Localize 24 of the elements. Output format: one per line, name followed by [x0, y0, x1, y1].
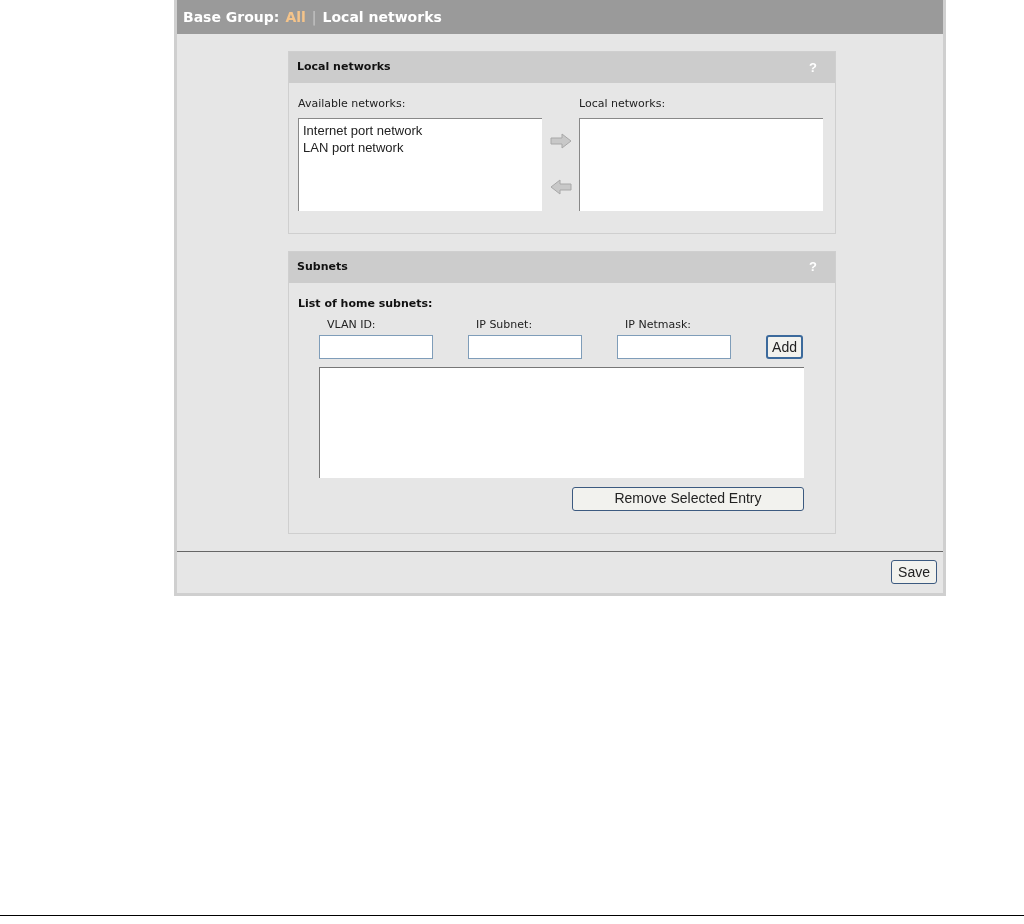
- local-networks-list[interactable]: [579, 117, 823, 211]
- breadcrumb-current: Local networks: [322, 7, 442, 27]
- remove-entry-button[interactable]: Remove Selected Entry: [572, 486, 804, 511]
- network-option[interactable]: LAN port network: [303, 138, 538, 156]
- input-field[interactable]: [617, 334, 732, 359]
- home-subnets-label: List of home subnets:: [298, 295, 434, 312]
- add-button[interactable]: Add: [766, 334, 803, 359]
- panel-title: Local networks: [297, 59, 391, 76]
- right-arrow-icon[interactable]: [549, 132, 572, 149]
- panel-title: Subnets: [297, 258, 348, 275]
- left-arrow-icon[interactable]: [549, 179, 572, 196]
- local-networks-label: Local networks:: [579, 96, 667, 112]
- field-label: IP Subnet:: [476, 317, 534, 333]
- input-field[interactable]: [468, 334, 582, 359]
- input-field[interactable]: [319, 334, 433, 359]
- save-button[interactable]: Save: [891, 560, 937, 584]
- available-networks-list[interactable]: Internet port network LAN port network: [298, 117, 542, 211]
- field-label: VLAN ID:: [327, 317, 377, 333]
- network-option[interactable]: Internet port network: [303, 121, 538, 139]
- available-networks-label: Available networks:: [298, 96, 407, 112]
- subnets-list[interactable]: [319, 366, 804, 478]
- field-label: IP Netmask:: [625, 317, 692, 333]
- breadcrumb-separator: |: [311, 7, 317, 28]
- breadcrumb-label: Base Group:: [183, 7, 280, 27]
